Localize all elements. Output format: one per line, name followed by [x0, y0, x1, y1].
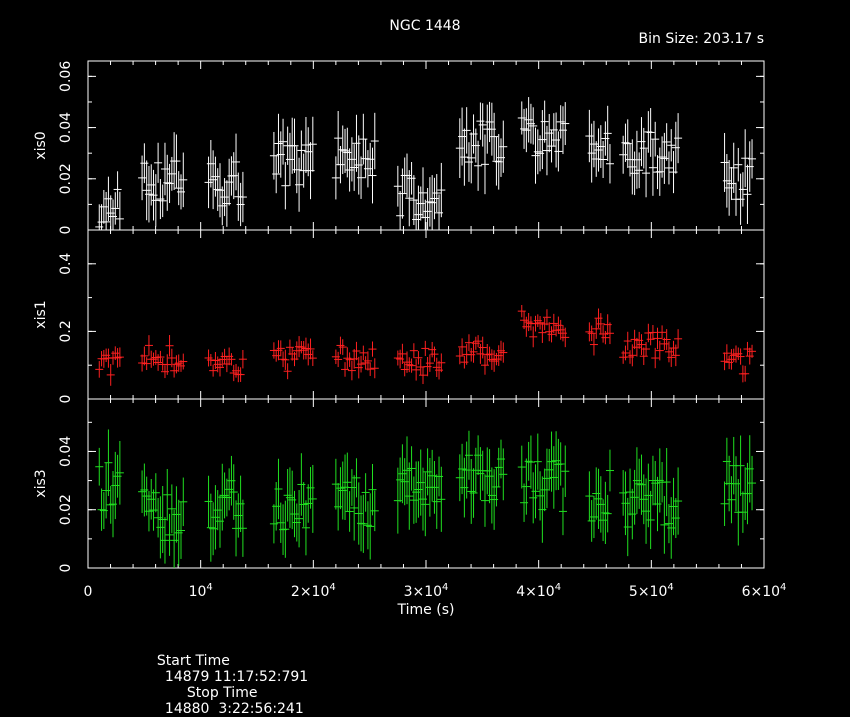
time-range-footer: Start Time 14879 11:17:52:791 Stop Time …: [148, 637, 308, 717]
xis0-ytick-label: 0.02: [58, 163, 74, 194]
xis0-ytick-label: 0: [58, 226, 74, 235]
xis0-axis-label: xis0: [33, 131, 49, 159]
bin-size-label: Bin Size: 203.17 s: [638, 31, 764, 47]
xis1-frame: [87, 229, 765, 400]
x-tick-label: 4×104: [516, 582, 561, 600]
xis0-ytick-label: 0.04: [58, 112, 74, 143]
start-time-label: Start Time: [156, 653, 230, 669]
x-tick-label: 3×104: [404, 582, 449, 600]
xis0-frame: [87, 60, 765, 231]
x-tick-label: 6×104: [742, 582, 787, 600]
x-tick-label: 104: [189, 582, 213, 600]
lightcurve-plot: 0 0.02 0.04 0.06 xis0 0 0.2 0.4 xis1 0 0.02 0.04 xis…: [33, 60, 787, 618]
stop-time-label: Stop Time: [186, 685, 258, 701]
xis3-frame: [87, 398, 765, 569]
xis1-ytick-label: 0: [58, 395, 74, 404]
x-tick-label: 2×104: [291, 582, 336, 600]
xis3-axis-label: xis3: [33, 469, 49, 497]
x-axis-label: Time (s): [397, 602, 455, 618]
xis3-ytick-label: 0.04: [58, 436, 74, 467]
xis3-ytick-label: 0.02: [58, 494, 74, 525]
xis1-axis-label: xis1: [33, 300, 49, 328]
xis0-ytick-label: 0.06: [58, 61, 74, 92]
x-tick-label: 5×104: [629, 582, 674, 600]
stop-time-value: 14880 3:22:56:241: [164, 701, 304, 717]
xis1-ytick-label: 0.4: [58, 253, 74, 275]
start-time-value: 14879 11:17:52:791: [164, 669, 309, 685]
x-tick-label: 0: [84, 584, 93, 600]
xis1-ytick-label: 0.2: [58, 320, 74, 342]
xis3-ytick-label: 0: [58, 564, 74, 573]
